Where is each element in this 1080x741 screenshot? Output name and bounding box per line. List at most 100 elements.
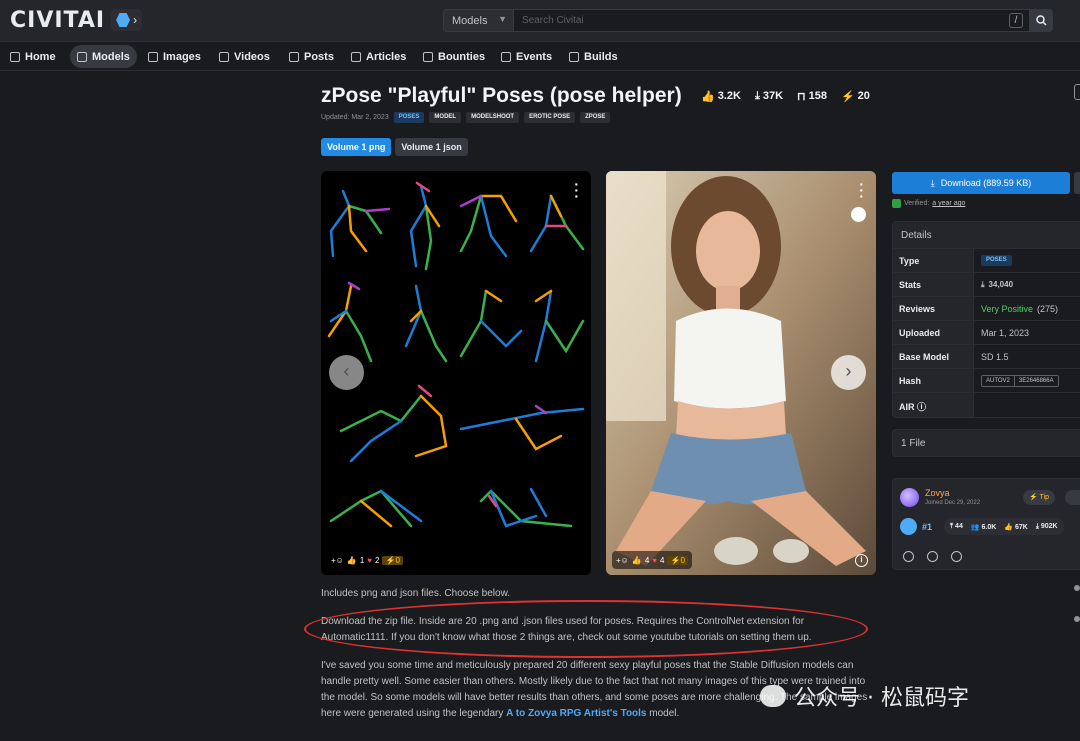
- pose-figure: [534, 289, 585, 363]
- add-reaction-icon[interactable]: +☺: [331, 556, 344, 565]
- buzz-stat[interactable]: ⚡ 20: [836, 87, 875, 105]
- video-icon[interactable]: [927, 551, 938, 562]
- bookmarks-stat[interactable]: ⊓ 158: [792, 87, 832, 105]
- reaction-bar: +☺ 👍 4 ♥ 4 ⚡0: [612, 551, 692, 569]
- details-key: AIR ⓘ: [893, 393, 974, 417]
- creator-name[interactable]: Zovya: [925, 488, 950, 498]
- nav-posts[interactable]: Posts: [282, 45, 341, 68]
- stat-value: 44: [955, 522, 963, 530]
- like-icon[interactable]: 👍: [632, 556, 642, 565]
- reviews-value[interactable]: Very Positive: [981, 304, 1033, 314]
- model-title: zPose "Playful" Poses (pose helper): [321, 84, 682, 107]
- tag-badge[interactable]: POSES: [393, 112, 425, 123]
- nav-models[interactable]: Models: [70, 45, 137, 68]
- search-input[interactable]: Search Civitai /: [514, 9, 1030, 32]
- bounty-icon: [423, 51, 433, 62]
- card-menu-icon[interactable]: · · ·: [574, 177, 579, 203]
- tip-button[interactable]: ⚡ Tip: [1023, 490, 1056, 505]
- carousel-next-button[interactable]: ›: [831, 355, 866, 390]
- heart-icon[interactable]: ♥: [367, 556, 372, 565]
- search-placeholder: Search Civitai: [522, 15, 584, 26]
- version-tab[interactable]: Volume 1 png: [321, 138, 392, 156]
- add-reaction-icon[interactable]: +☺: [616, 556, 629, 565]
- pose-figure: [339, 384, 448, 463]
- buzz-reaction[interactable]: ⚡0: [382, 555, 403, 565]
- uploads-stat: ⤒ 44: [950, 522, 963, 530]
- creator-rank: #1: [900, 518, 932, 535]
- nav-images[interactable]: Images: [141, 45, 208, 68]
- details-key: Stats: [893, 273, 974, 296]
- stats-value: 34,040: [988, 280, 1014, 289]
- updated-date: Updated: Mar 2, 2023: [321, 114, 389, 121]
- scroll-marker: [1074, 616, 1080, 622]
- thumbs-up-icon: 👍: [701, 90, 715, 103]
- search-button[interactable]: [1030, 9, 1053, 32]
- likes-stat[interactable]: 👍 3.2K: [696, 87, 746, 105]
- details-key: Reviews: [893, 297, 974, 320]
- uploaded-value: Mar 1, 2023: [981, 327, 1030, 338]
- link-icon[interactable]: [903, 551, 914, 562]
- more-options-icon[interactable]: [1074, 84, 1080, 100]
- buzz-count: 20: [857, 90, 870, 102]
- chevron-down-icon: ▼: [498, 14, 507, 24]
- details-key: Base Model: [893, 345, 974, 368]
- avatar[interactable]: [900, 488, 919, 507]
- nav-label: Posts: [304, 50, 334, 63]
- like-icon[interactable]: 👍: [347, 556, 357, 565]
- hash-box[interactable]: AUTOV2 3E2646866A: [981, 374, 1059, 387]
- tag-badge[interactable]: MODEL: [429, 112, 462, 123]
- details-row: Type POSES: [893, 249, 1080, 273]
- stat-value: 6.0K: [981, 523, 997, 531]
- nav-home[interactable]: Home: [3, 45, 63, 68]
- nav-events[interactable]: Events: [494, 45, 559, 68]
- bolt-icon: ⚡: [840, 90, 855, 103]
- search-type-select[interactable]: Models ▼: [443, 9, 514, 32]
- card-menu-icon[interactable]: · · ·: [859, 177, 864, 203]
- downloads-count: 37K: [762, 90, 784, 102]
- logo[interactable]: CIVITAI ›: [10, 7, 143, 33]
- globe-icon[interactable]: [951, 551, 962, 562]
- download-button[interactable]: ⤓ Download (889.59 KB): [892, 172, 1070, 194]
- details-title[interactable]: Details: [893, 222, 1080, 249]
- tag-badge[interactable]: ZPOSE: [580, 112, 611, 123]
- wechat-icon: [760, 685, 786, 707]
- nav-articles[interactable]: Articles: [344, 45, 413, 68]
- search-bar: Models ▼ Search Civitai /: [443, 9, 1053, 32]
- tag-badge[interactable]: EROTIC POSE: [524, 112, 576, 123]
- carousel-prev-button[interactable]: ‹: [329, 355, 364, 390]
- hash-value: 3E2646866A: [1018, 377, 1054, 384]
- heart-count: 2: [375, 555, 380, 565]
- heart-icon[interactable]: ♥: [652, 556, 657, 565]
- follow-button[interactable]: [1065, 490, 1080, 505]
- link-icon[interactable]: [851, 207, 866, 222]
- details-panel: Details Type POSES Stats ⤓ 34,040 Reviews Ve…: [892, 221, 1080, 418]
- verified-time[interactable]: a year ago: [932, 200, 965, 207]
- hex-icon: [116, 13, 131, 27]
- logo-text: CIVITAI: [10, 7, 106, 33]
- nav-label: Events: [516, 50, 553, 63]
- chevron-right-icon: ›: [133, 13, 138, 27]
- download-icon: ⤓: [981, 279, 985, 289]
- version-tab[interactable]: Volume 1 json: [395, 138, 468, 156]
- pose-figure: [329, 489, 423, 528]
- files-panel[interactable]: 1 File: [892, 429, 1080, 457]
- nav-bounties[interactable]: Bounties: [416, 45, 492, 68]
- tag-badge[interactable]: MODELSHOOT: [466, 112, 520, 123]
- rank-badge-icon: [900, 518, 917, 535]
- creator-card: Zovya Joined Dec 29, 2022 ⚡ Tip #1 ⤒ 44 …: [892, 478, 1080, 570]
- nav-builds[interactable]: Builds: [562, 45, 625, 68]
- followers-stat: 👥 6.0K: [970, 523, 997, 531]
- pose-figure: [404, 284, 448, 363]
- apps-menu-button[interactable]: ›: [111, 9, 143, 31]
- grid-icon: [77, 51, 87, 62]
- main-nav: Home Models Images Videos Posts Articles…: [0, 43, 1080, 71]
- info-icon[interactable]: ⓘ: [917, 402, 926, 412]
- buzz-reaction[interactable]: ⚡0: [667, 555, 688, 565]
- nav-videos[interactable]: Videos: [212, 45, 277, 68]
- info-icon[interactable]: i: [855, 554, 868, 567]
- like-count: 4: [644, 555, 650, 565]
- model-link[interactable]: A to Zovya RPG Artist's Tools: [506, 708, 646, 719]
- creator-links: [903, 551, 962, 562]
- download-options-button[interactable]: [1074, 172, 1080, 194]
- model-stats: 👍 3.2K ⤓ 37K ⊓ 158 ⚡ 20: [696, 87, 875, 105]
